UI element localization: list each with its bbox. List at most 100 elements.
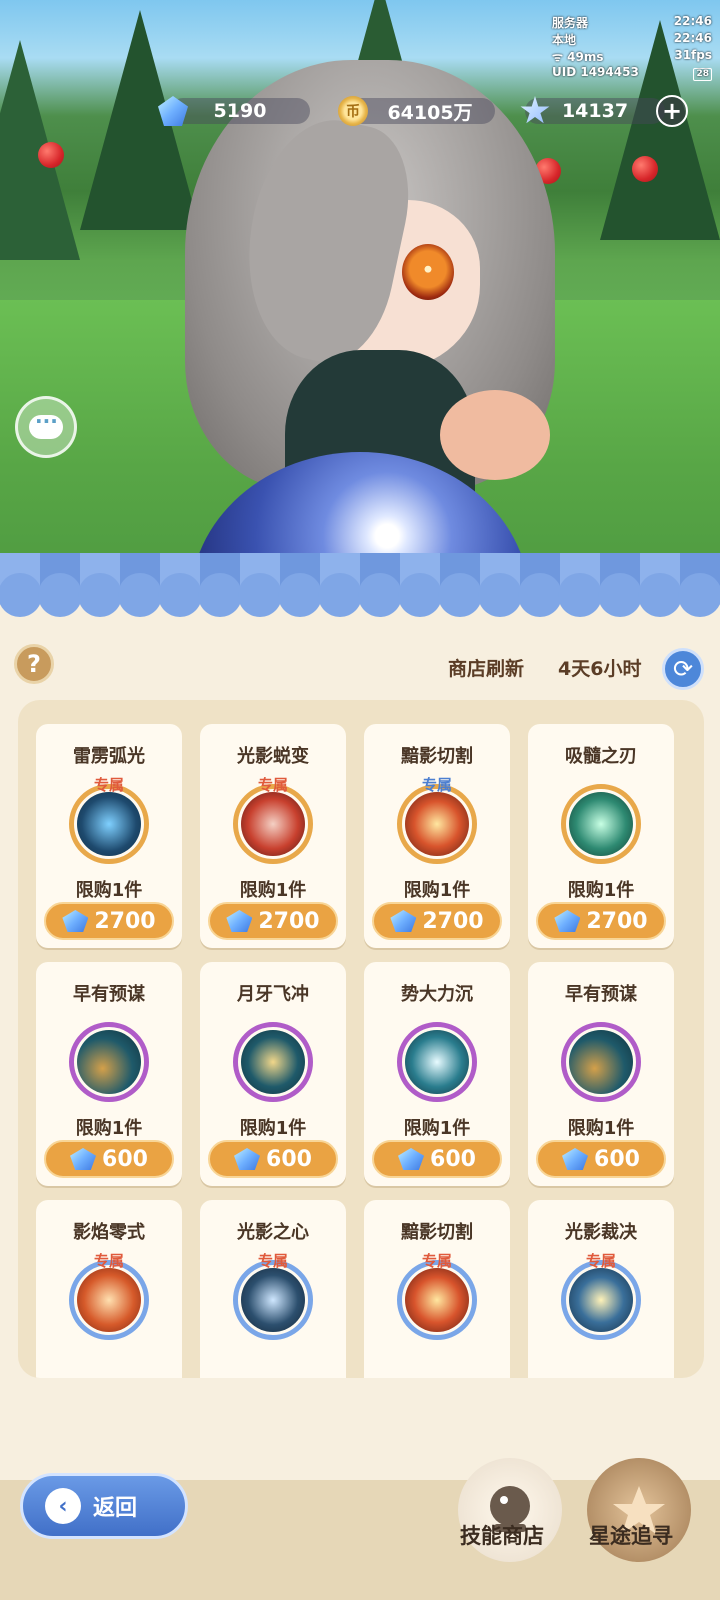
coin-icon: 币 [338,96,368,126]
chat-button[interactable] [15,396,77,458]
exclusive-tag: 专属 [421,1252,452,1270]
shop-item-card[interactable]: 黯影切割 专属 限购1件 2700 [364,724,510,948]
item-price: 2700 [258,908,320,934]
shop-item-card[interactable]: 月牙飞冲 限购1件 600 [200,962,346,1186]
character-arm [440,390,550,480]
game-scene [0,0,720,580]
refresh-button[interactable]: ⟳ [662,648,704,690]
local-label: 本地 [552,33,577,47]
item-limit: 限购1件 [567,1118,635,1139]
wifi-icon: ᯤ [552,50,568,64]
skill-icon-ring [397,784,477,864]
item-name: 雷雳弧光 [73,746,145,767]
item-name: 影焰零式 [73,1222,145,1243]
gem-icon [562,1148,589,1170]
local-time: 22:46 [673,31,712,45]
buy-button[interactable]: 2700 [372,902,502,940]
buy-button[interactable]: 600 [208,1140,338,1178]
fps: 31fps [674,48,712,62]
shop-awning [0,553,720,617]
gem-counter: 5190 [170,98,310,124]
uid: UID 1494453 [552,65,639,79]
slash-skill-icon [405,1268,469,1332]
coin-amount: 64105万 [387,101,473,124]
buy-button[interactable]: 2700 [44,902,174,940]
skill-icon-ring [561,1260,641,1340]
skill-icon-ring [397,1022,477,1102]
character-eye [402,244,454,300]
item-name: 光影之心 [237,1222,309,1243]
buy-button[interactable]: 2700 [536,902,666,940]
server-time: 22:46 [673,14,712,28]
buy-button[interactable]: 600 [372,1140,502,1178]
lightning-skill-icon [77,792,141,856]
shop-item-card[interactable]: 光影蜕变 专属 限购1件 2700 [200,724,346,948]
server-label: 服务器 [552,16,589,30]
help-button[interactable]: ? [14,644,54,684]
skill-shop-label: 技能商店 [460,1524,544,1548]
item-price: 600 [266,1146,312,1172]
ping: 49ms [567,50,604,64]
axe-skill-icon [405,1030,469,1094]
item-name: 早有预谋 [73,984,145,1005]
demon-heart-skill-icon [241,1268,305,1332]
judgment-skill-icon [569,1268,633,1332]
item-name: 光影蜕变 [237,746,309,767]
skill-icon-ring [233,1260,313,1340]
gem-icon [554,910,581,932]
shop-item-card[interactable]: 光影之心 专属 [200,1200,346,1378]
apple [632,156,658,182]
skill-icon-ring [397,1260,477,1340]
shop-refresh-label: 商店刷新 [448,658,525,680]
gem-icon [390,910,417,932]
blade-skill-icon [569,792,633,856]
shop-item-card[interactable]: 雷雳弧光 专属 限购1件 2700 [36,724,182,948]
item-price: 600 [594,1146,640,1172]
battery-icon: 28 [693,68,712,81]
shop-item-card[interactable]: 影焰零式 专属 [36,1200,182,1378]
exclusive-tag: 专属 [257,1252,288,1270]
item-price: 600 [430,1146,476,1172]
buy-button[interactable]: 600 [536,1140,666,1178]
shop-item-panel[interactable]: 雷雳弧光 专属 限购1件 2700 光影蜕变 专属 限购1件 2700 黯影切割… [18,700,704,1378]
shop-item-card[interactable]: 光影裁决 专属 [528,1200,674,1378]
refresh-icon: ⟳ [672,655,694,683]
shop-refresh-time: 4天6小时 [558,658,642,680]
star-counter: 14137 [525,98,665,124]
apple [38,142,64,168]
exclusive-tag: 专属 [93,1252,124,1270]
buy-button[interactable]: 600 [44,1140,174,1178]
exclusive-tag: 专属 [585,1252,616,1270]
item-name: 光影裁决 [565,1222,637,1243]
gem-icon [398,1148,425,1170]
item-name: 早有预谋 [565,984,637,1005]
flame-skill-icon [77,1268,141,1332]
gem-icon [62,910,89,932]
back-button[interactable]: ‹ 返回 [20,1473,188,1539]
skill-icon-ring [233,784,313,864]
shop-item-card[interactable]: 势大力沉 限购1件 600 [364,962,510,1186]
star-pursuit-label: 星途追寻 [589,1524,673,1548]
shop-item-card[interactable]: 早有预谋 限购1件 600 [528,962,674,1186]
item-price: 2700 [586,908,648,934]
eagle-skill-icon [569,1030,633,1094]
skill-icon-ring [69,1260,149,1340]
item-price: 600 [102,1146,148,1172]
skill-icon-ring [69,1022,149,1102]
buy-button[interactable]: 2700 [208,902,338,940]
chat-bubble-icon [29,409,63,439]
item-limit: 限购1件 [75,1118,143,1139]
status-panel: 服务器 22:46 本地 22:46 ᯤ 49ms 31fps UID 1494453… [552,14,712,82]
chevron-left-icon: ‹ [45,1488,81,1524]
add-currency-button[interactable]: + [656,95,688,127]
skill-icon-ring [561,1022,641,1102]
shop-item-card[interactable]: 早有预谋 限购1件 600 [36,962,182,1186]
item-name: 吸髓之刃 [565,746,637,767]
shop-item-card[interactable]: 吸髓之刃 限购1件 2700 [528,724,674,948]
skill-icon-ring [561,784,641,864]
item-name: 势大力沉 [401,984,473,1005]
shop-item-card[interactable]: 黯影切割 专属 [364,1200,510,1378]
mask-skill-icon [241,792,305,856]
slash-skill-icon [405,792,469,856]
star-amount: 14137 [561,100,629,122]
